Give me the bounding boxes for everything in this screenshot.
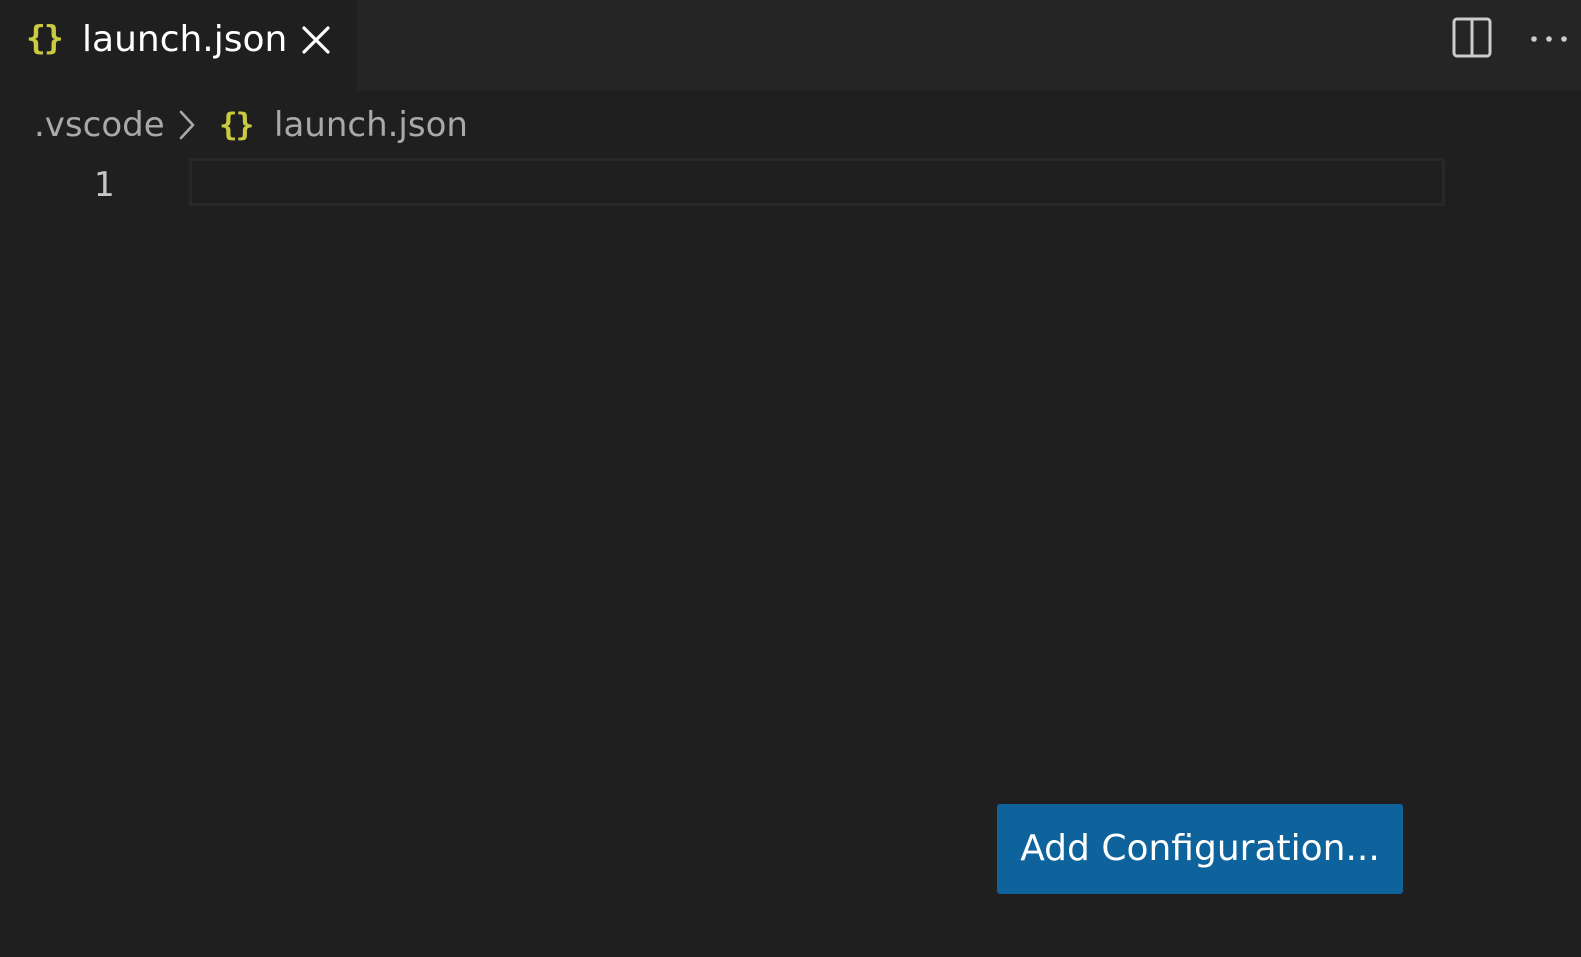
breadcrumb-file-launch-json[interactable]: launch.json	[274, 100, 468, 150]
tab-bar: {} launch.json	[0, 0, 1581, 90]
split-editor-icon[interactable]	[1450, 16, 1494, 60]
more-actions-icon[interactable]	[1524, 22, 1574, 56]
close-icon[interactable]	[296, 20, 336, 60]
current-line-highlight[interactable]	[189, 158, 1445, 206]
json-braces-icon: {}	[219, 107, 254, 143]
editor-window: {} launch.json .vscode {} launch.json 1 …	[0, 0, 1581, 957]
json-braces-icon: {}	[26, 18, 64, 57]
chevron-right-icon	[176, 108, 198, 142]
breadcrumb-folder-vscode[interactable]: .vscode	[34, 100, 165, 150]
add-configuration-button[interactable]: Add Configuration...	[997, 804, 1403, 894]
line-number: 1	[93, 165, 114, 205]
breadcrumb: .vscode {} launch.json	[0, 90, 1581, 158]
tab-label: launch.json	[82, 19, 288, 60]
tab-launch-json[interactable]: {} launch.json	[0, 0, 357, 90]
